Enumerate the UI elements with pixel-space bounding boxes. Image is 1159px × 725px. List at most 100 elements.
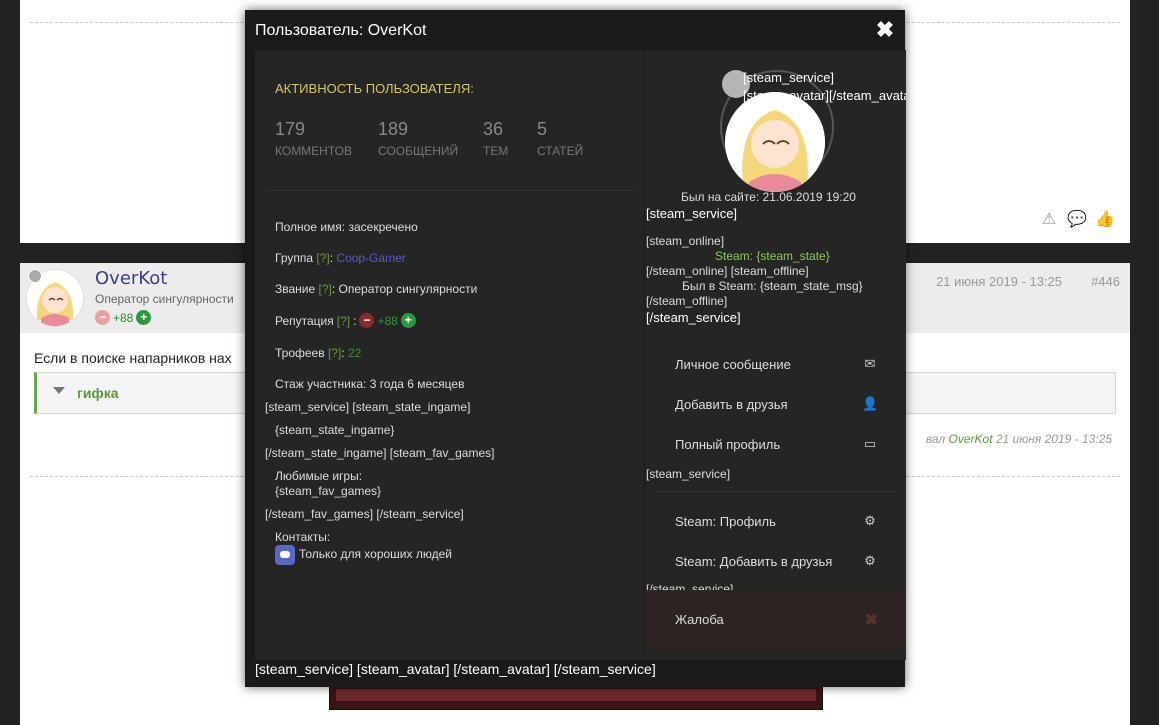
close-icon[interactable]: ✖ [875, 19, 895, 41]
rank-label: Звание [275, 282, 316, 296]
raw-template-text: [steam_avatar][/steam_avatar] [743, 88, 906, 103]
post-actions: ⚠ 💬 👍 [1040, 210, 1115, 228]
trophies-row: Трофеев [?]: 22 [275, 346, 362, 360]
stat-topics: 36 ТЕМ [483, 119, 508, 158]
raw-template-text: [/steam_service] [646, 310, 741, 325]
stat-messages: 189 СООБЩЕНИЙ [378, 119, 458, 158]
divider [655, 491, 896, 492]
raw-template-text: [/steam_online] [steam_offline] [646, 264, 809, 278]
profile-actions-panel: [steam_service] [steam_avatar][/steam_av… [644, 50, 906, 660]
rank-row: Звание [?]: Оператор сингулярности [275, 282, 478, 296]
trophies-label: Трофеев [275, 346, 325, 360]
stat-value: 189 [378, 119, 409, 139]
help-link[interactable]: [?] [337, 314, 350, 328]
menu-label: Добавить в друзья [675, 397, 788, 412]
group-label: Группа [275, 251, 314, 265]
raw-template-footer: [steam_service] [steam_avatar] [/steam_a… [255, 661, 656, 677]
steam-state-msg: Был в Steam: {steam_state_msg} [682, 279, 863, 293]
raw-template-text: [steam_service] [646, 206, 738, 221]
edited-by: вал OverKot 21 июня 2019 - 13:25 [926, 432, 1112, 446]
modal-title: Пользователь: OverKot [255, 22, 427, 39]
private-message-button[interactable]: Личное сообщение ✉ [645, 345, 906, 385]
plus-icon[interactable]: + [400, 313, 416, 328]
profile-avatar[interactable] [725, 92, 825, 192]
anime-avatar-image [725, 92, 825, 192]
contact-discord-text: Только для хороших людей [299, 547, 452, 562]
author-reputation: − +88 + [95, 310, 152, 325]
help-link[interactable]: [?] [328, 346, 341, 360]
stat-label: ТЕМ [483, 144, 509, 158]
stat-label: СТАТЕЙ [537, 144, 584, 158]
full-name-value: засекречено [348, 220, 418, 234]
group-row: Группа [?]: Coop-Gamer [275, 251, 406, 265]
raw-template-text: [/steam_offline] [646, 294, 728, 308]
edited-date: 21 июня 2019 - 13:25 [995, 432, 1112, 446]
add-friend-button[interactable]: Добавить в друзья 👤 [645, 385, 906, 425]
user-profile-modal: Пользователь: OverKot ✖ АКТИВНОСТЬ ПОЛЬЗ… [245, 10, 906, 687]
reputation-value: +88 [113, 310, 134, 325]
raw-template-text: [/steam_state_ingame] [steam_fav_games] [265, 446, 495, 460]
tenure-value: 3 года 6 месяцев [369, 377, 465, 391]
author-name[interactable]: OverKot [95, 268, 167, 289]
tenure-label: Стаж участника: [275, 377, 367, 391]
minus-icon[interactable]: − [359, 313, 375, 328]
envelope-icon: ✉ [864, 356, 876, 371]
like-icon[interactable]: 👍 [1095, 210, 1115, 228]
menu-label: Steam: Профиль [675, 514, 776, 529]
spoiler-title: гифка [77, 385, 119, 401]
rank-value: Оператор сингулярности [338, 282, 478, 296]
reputation-label: Репутация [275, 313, 334, 328]
last-seen: Был на сайте: 21.06.2019 19:20 [681, 190, 856, 204]
help-link[interactable]: [?] [319, 282, 332, 296]
menu-label: Полный профиль [675, 437, 781, 452]
stat-label: СООБЩЕНИЙ [378, 144, 459, 158]
post-text: Если в поиске напарников нах [34, 350, 232, 366]
warning-icon[interactable]: ⚠ [1040, 210, 1058, 228]
raw-template-text: [/steam_service] [646, 582, 734, 590]
steam-state: Steam: {steam_state} [715, 249, 830, 263]
raw-template-text: {steam_state_ingame} [275, 423, 395, 437]
post-number[interactable]: #446 [1091, 274, 1120, 289]
full-profile-button[interactable]: Полный профиль ▭ [645, 425, 906, 465]
online-status-dot [28, 269, 42, 283]
stat-value: 36 [483, 119, 504, 139]
raw-template-text: [/steam_fav_games] [/steam_service] [265, 507, 464, 521]
tenure-row: Стаж участника: 3 года 6 месяцев [275, 377, 464, 391]
report-button[interactable]: Жалоба ✖ [645, 590, 906, 650]
stat-value: 179 [275, 119, 306, 139]
trophies-value: 22 [347, 346, 362, 360]
fav-games-value: {steam_fav_games} [275, 484, 382, 498]
user-icon: 👤 [862, 396, 879, 411]
divider [265, 190, 635, 191]
minus-icon[interactable]: − [95, 310, 110, 325]
author-rank: Оператор сингулярности [95, 292, 234, 306]
post-date: 21 июня 2019 - 13:25 [936, 274, 1062, 289]
menu-label: Steam: Добавить в друзья [675, 554, 833, 569]
steam-add-friend-button[interactable]: Steam: Добавить в друзья ⚙ [645, 542, 906, 582]
activity-title: АКТИВНОСТЬ ПОЛЬЗОВАТЕЛЯ: [275, 81, 474, 96]
chevron-down-icon [53, 387, 65, 394]
steam-profile-button[interactable]: Steam: Профиль ⚙ [645, 502, 906, 542]
full-name-row: Полное имя: засекречено [275, 220, 418, 234]
comment-icon[interactable]: 💬 [1067, 210, 1087, 228]
id-card-icon: ▭ [863, 436, 877, 451]
menu-label: Личное сообщение [675, 357, 791, 372]
stat-value: 5 [537, 119, 548, 139]
raw-template-text: [steam_service] [646, 467, 731, 481]
steam-icon: ⚙ [864, 553, 876, 568]
gif-image [329, 684, 823, 710]
steam-icon: ⚙ [864, 513, 876, 528]
contacts-label: Контакты: [275, 530, 331, 544]
reputation-row: Репутация [?]: − +88 + [275, 313, 416, 328]
reputation-value: +88 [377, 313, 398, 328]
help-link[interactable]: [?] [316, 251, 329, 265]
editor-link[interactable]: OverKot [949, 432, 993, 446]
close-icon: ✖ [864, 612, 878, 629]
group-value[interactable]: Coop-Gamer [336, 251, 405, 265]
plus-icon[interactable]: + [136, 310, 152, 325]
fav-games-label: Любимые игры: [275, 469, 363, 483]
report-label: Жалоба [675, 612, 724, 627]
stat-comments: 179 КОММЕНТОВ [275, 119, 352, 158]
raw-template-text: [steam_online] [646, 234, 725, 248]
contact-discord[interactable]: Только для хороших людей [275, 545, 452, 565]
